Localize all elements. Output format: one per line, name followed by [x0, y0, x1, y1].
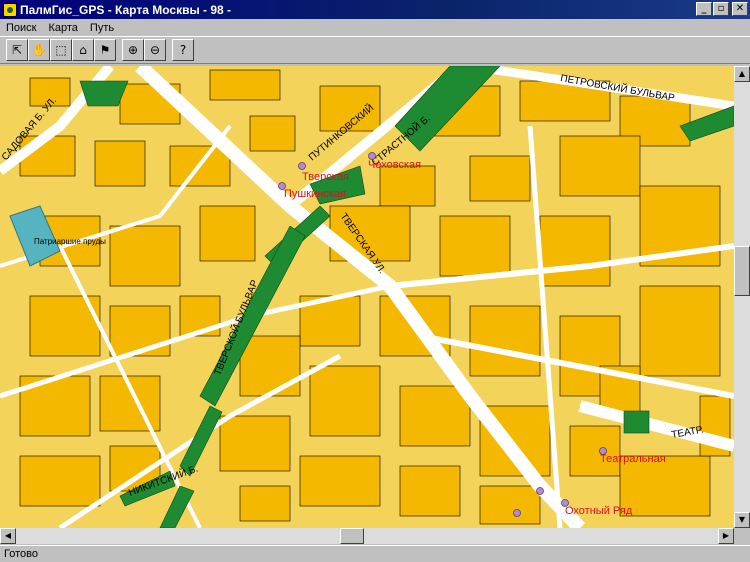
- zoom-out-icon: ⊖: [149, 43, 161, 57]
- route-tool-icon: ⌂: [79, 43, 87, 57]
- scrollbar-corner: [734, 528, 750, 544]
- minimize-button[interactable]: _: [696, 2, 712, 16]
- maximize-button[interactable]: ▫: [713, 2, 729, 16]
- vertical-scroll-thumb[interactable]: [734, 246, 750, 296]
- horizontal-scroll-thumb[interactable]: [340, 528, 364, 544]
- menu-search[interactable]: Поиск: [0, 22, 42, 34]
- menu-route[interactable]: Путь: [84, 22, 120, 34]
- poi-tverskaya[interactable]: Тверская: [302, 171, 349, 183]
- help-icon: ?: [179, 43, 187, 57]
- menu-map[interactable]: Карта: [42, 22, 83, 34]
- close-button[interactable]: ✕: [732, 2, 748, 16]
- status-text: Готово: [4, 548, 38, 560]
- menu-bar: Поиск Карта Путь: [0, 19, 750, 36]
- map-view[interactable]: Патриаршие пруды САДОВАЯ Б. УЛ. ПУТИНКОВ…: [0, 66, 734, 528]
- flag-button[interactable]: ⚑: [94, 39, 116, 61]
- status-bar: Готово: [0, 545, 750, 562]
- pan-hand-icon: ✋: [31, 43, 47, 57]
- help-button[interactable]: ?: [172, 39, 194, 61]
- horizontal-scrollbar[interactable]: ◀ ▶: [0, 528, 734, 544]
- window-title: ПалмГис_GPS - Карта Москвы - 98 -: [20, 2, 232, 17]
- window-controls: _ ▫ ✕: [695, 2, 748, 16]
- flag-icon: ⚑: [99, 43, 111, 57]
- pond-label: Патриаршие пруды: [34, 237, 106, 246]
- select-tool-icon: ⇱: [11, 43, 23, 57]
- title-bar: ПалмГис_GPS - Карта Москвы - 98 - _ ▫ ✕: [0, 0, 750, 19]
- app-icon: [3, 2, 17, 17]
- poi-chekhovskaya[interactable]: Чеховская: [368, 159, 421, 171]
- poi-okhotny-ryad[interactable]: Охотный Ряд: [565, 505, 633, 517]
- select-tool-button[interactable]: ⇱: [6, 39, 28, 61]
- scroll-left-button[interactable]: ◀: [0, 528, 16, 544]
- route-tool-button[interactable]: ⌂: [72, 39, 94, 61]
- poi-pushkinskaya[interactable]: Пушкинская: [284, 188, 346, 200]
- zoom-in-icon: ⊕: [127, 43, 139, 57]
- map-canvas[interactable]: Патриаршие пруды САДОВАЯ Б. УЛ. ПУТИНКОВ…: [0, 66, 734, 528]
- pan-tool-button[interactable]: ✋: [28, 39, 50, 61]
- zoom-window-icon: ⬚: [55, 43, 67, 57]
- poi-teatralnaya[interactable]: Театральная: [600, 453, 666, 465]
- scroll-right-button[interactable]: ▶: [718, 528, 734, 544]
- zoom-in-button[interactable]: ⊕: [122, 39, 144, 61]
- toolbar: ⇱ ✋ ⬚ ⌂ ⚑ ⊕ ⊖ ?: [0, 36, 750, 64]
- zoom-window-button[interactable]: ⬚: [50, 39, 72, 61]
- vertical-scrollbar[interactable]: ▲ ▼: [734, 66, 750, 528]
- zoom-out-button[interactable]: ⊖: [144, 39, 166, 61]
- scroll-up-button[interactable]: ▲: [734, 66, 750, 82]
- scroll-down-button[interactable]: ▼: [734, 512, 750, 528]
